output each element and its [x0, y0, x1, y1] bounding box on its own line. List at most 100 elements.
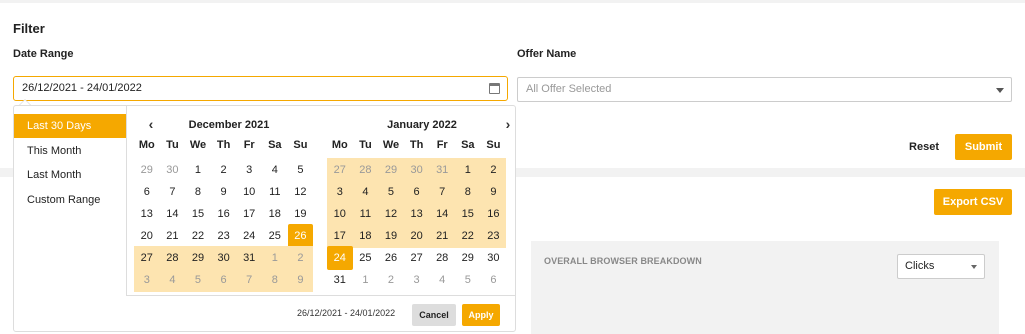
calendar-day[interactable]: 3 — [236, 158, 262, 182]
calendar-day[interactable]: 2 — [287, 246, 314, 270]
range-option[interactable]: Last 30 Days — [14, 114, 126, 138]
cancel-button[interactable]: Cancel — [412, 304, 456, 326]
calendar-day[interactable]: 2 — [480, 158, 507, 182]
calendar-day[interactable]: 31 — [236, 246, 262, 270]
calendar-day[interactable]: 10 — [327, 202, 353, 226]
calendar-day[interactable]: 17 — [327, 224, 353, 248]
calendar-day[interactable]: 6 — [481, 268, 507, 292]
apply-button[interactable]: Apply — [462, 304, 500, 326]
calendar-day[interactable]: 26 — [287, 224, 314, 248]
reset-button[interactable]: Reset — [898, 134, 950, 160]
export-csv-button[interactable]: Export CSV — [934, 189, 1012, 215]
calendar-day[interactable]: 1 — [455, 158, 481, 182]
calendar-day[interactable]: 25 — [353, 246, 379, 270]
calendar-day[interactable]: 3 — [134, 268, 160, 292]
calendar-day[interactable]: 5 — [185, 268, 211, 292]
calendar-day[interactable]: 8 — [262, 268, 288, 292]
calendar-day[interactable]: 7 — [429, 180, 455, 204]
calendar-day[interactable]: 29 — [134, 158, 160, 182]
calendar-day[interactable]: 9 — [287, 268, 314, 292]
calendar-day[interactable]: 28 — [352, 158, 379, 182]
calendar-day[interactable]: 17 — [236, 202, 262, 226]
calendar-day[interactable]: 30 — [403, 158, 430, 182]
calendar-day[interactable]: 3 — [404, 268, 430, 292]
calendar-day[interactable]: 1 — [262, 246, 288, 270]
calendar-day[interactable]: 24 — [236, 224, 262, 248]
calendar-icon[interactable] — [489, 83, 500, 94]
calendar-day[interactable]: 4 — [159, 268, 186, 292]
calendar-day[interactable]: 20 — [403, 224, 430, 248]
calendar-day[interactable]: 4 — [352, 180, 379, 204]
calendar-day[interactable]: 10 — [236, 180, 262, 204]
calendar-day[interactable]: 12 — [378, 202, 404, 226]
calendar-day[interactable]: 4 — [262, 158, 288, 182]
calendar-day[interactable]: 31 — [327, 268, 353, 292]
calendar-day[interactable]: 23 — [211, 224, 237, 248]
calendar-day[interactable]: 29 — [455, 246, 481, 270]
calendar-day[interactable]: 12 — [288, 180, 314, 204]
calendar-day[interactable]: 27 — [134, 246, 160, 270]
calendar-day[interactable]: 8 — [455, 180, 481, 204]
calendar-day[interactable]: 3 — [327, 180, 353, 204]
calendar-day[interactable]: 27 — [404, 246, 430, 270]
calendar-day[interactable]: 30 — [210, 246, 237, 270]
calendar-day[interactable]: 30 — [160, 158, 186, 182]
calendar-day[interactable]: 28 — [429, 246, 455, 270]
calendar-day[interactable]: 15 — [455, 202, 481, 226]
calendar-day[interactable]: 1 — [353, 268, 379, 292]
calendar-day[interactable]: 11 — [262, 180, 288, 204]
calendar-day[interactable]: 31 — [429, 158, 455, 182]
date-range-value: 26/12/2021 - 24/01/2022 — [22, 82, 142, 94]
calendar-day[interactable]: 19 — [288, 202, 314, 226]
calendar-day[interactable]: 24 — [327, 246, 353, 270]
calendar-day[interactable]: 28 — [159, 246, 186, 270]
calendar-day[interactable]: 16 — [480, 202, 507, 226]
calendar-day[interactable]: 4 — [429, 268, 455, 292]
calendar-day[interactable]: 29 — [378, 158, 404, 182]
calendar-day[interactable]: 2 — [378, 268, 404, 292]
calendar-day[interactable]: 8 — [185, 180, 211, 204]
date-range-input[interactable]: 26/12/2021 - 24/01/2022 — [13, 76, 508, 101]
calendar-day[interactable]: 5 — [455, 268, 481, 292]
calendar-day[interactable]: 14 — [429, 202, 455, 226]
calendar-day[interactable]: 14 — [160, 202, 186, 226]
range-option[interactable]: This Month — [14, 139, 126, 163]
calendar-day[interactable]: 25 — [262, 224, 288, 248]
submit-button[interactable]: Submit — [955, 134, 1012, 160]
calendar-day[interactable]: 22 — [185, 224, 211, 248]
calendar-day[interactable]: 30 — [481, 246, 507, 270]
calendar-day[interactable]: 11 — [352, 202, 379, 226]
range-option[interactable]: Last Month — [14, 163, 126, 187]
calendar-day[interactable]: 16 — [211, 202, 237, 226]
calendar-day[interactable]: 6 — [403, 180, 430, 204]
range-option[interactable]: Custom Range — [14, 188, 126, 212]
offer-name-select[interactable]: All Offer Selected — [517, 77, 1012, 102]
calendar-day[interactable]: 6 — [210, 268, 237, 292]
calendar-day[interactable]: 9 — [480, 180, 507, 204]
calendar-day[interactable]: 15 — [185, 202, 211, 226]
calendar-day[interactable]: 7 — [236, 268, 262, 292]
calendar-day[interactable]: 5 — [288, 158, 314, 182]
calendar-day[interactable]: 21 — [160, 224, 186, 248]
calendar-day[interactable]: 18 — [352, 224, 379, 248]
calendar-day[interactable]: 20 — [134, 224, 160, 248]
calendar-day[interactable]: 6 — [134, 180, 160, 204]
calendar-day[interactable]: 27 — [327, 158, 353, 182]
calendar-day[interactable]: 2 — [211, 158, 237, 182]
calendar-day[interactable]: 21 — [429, 224, 455, 248]
calendar-day[interactable]: 1 — [185, 158, 211, 182]
calendar-day[interactable]: 29 — [185, 246, 211, 270]
calendar-day[interactable]: 9 — [211, 180, 237, 204]
calendar-day[interactable]: 5 — [378, 180, 404, 204]
calendar-day[interactable]: 7 — [160, 180, 186, 204]
calendar-day[interactable]: 22 — [455, 224, 481, 248]
calendar-day[interactable]: 26 — [378, 246, 404, 270]
chevron-right-icon[interactable]: › — [499, 116, 517, 132]
calendar-day[interactable]: 19 — [378, 224, 404, 248]
calendar-day[interactable]: 23 — [480, 224, 507, 248]
calendar-day[interactable]: 13 — [403, 202, 430, 226]
calendar-day[interactable]: 18 — [262, 202, 288, 226]
weekday-header: Mo — [331, 139, 348, 151]
metric-select[interactable]: Clicks — [897, 254, 985, 279]
calendar-day[interactable]: 13 — [134, 202, 160, 226]
